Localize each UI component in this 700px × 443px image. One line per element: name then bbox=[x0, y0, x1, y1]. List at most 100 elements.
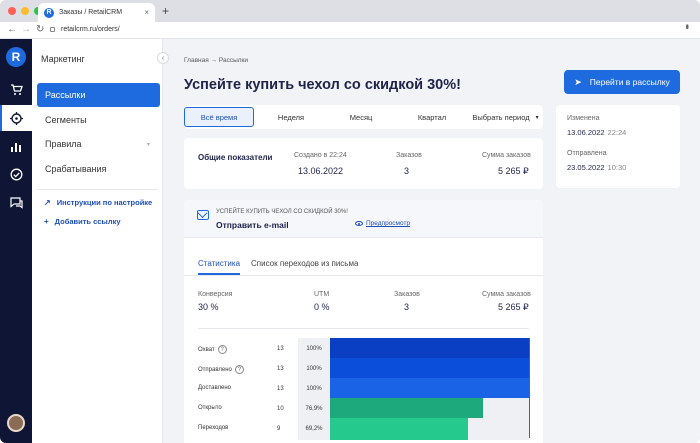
funnel-label-text: Охват bbox=[198, 346, 215, 353]
period-month[interactable]: Месяц bbox=[328, 107, 394, 127]
funnel-count: 10 bbox=[277, 406, 284, 412]
new-tab-button[interactable]: + bbox=[162, 4, 169, 18]
conversion-label: Конверсия bbox=[198, 291, 233, 298]
user-avatar[interactable] bbox=[7, 414, 25, 432]
orders-sum-label: Сумма заказов bbox=[482, 152, 531, 159]
back-icon[interactable]: ← bbox=[7, 24, 17, 36]
email-step-header: УСПЕЙТЕ КУПИТЬ ЧЕХОЛ СО СКИДКОЙ 30%! Отп… bbox=[184, 200, 543, 238]
funnel-percent: 100% bbox=[298, 378, 330, 400]
go-to-mailing-button[interactable]: ➤ Перейти в рассылку bbox=[564, 70, 680, 94]
sidebar-item-rules[interactable]: Правила ▾ bbox=[37, 132, 160, 156]
minimize-window-button[interactable] bbox=[21, 7, 29, 15]
tabs-divider bbox=[184, 275, 543, 276]
sidebar: Маркетинг Рассылки Сегменты Правила ▾ Ср… bbox=[32, 39, 163, 443]
period-custom-select[interactable]: Выбрать период ▾ bbox=[470, 107, 541, 127]
funnel-label-text: Доставлено bbox=[198, 385, 232, 391]
sidebar-item-segments[interactable]: Сегменты bbox=[37, 108, 160, 132]
funnel-count: 9 bbox=[277, 426, 281, 432]
conversion-value: 30 % bbox=[198, 302, 219, 312]
changed-label: Изменена bbox=[567, 115, 600, 122]
sent-date: 23.05.2022 bbox=[567, 163, 605, 172]
mail-icon bbox=[197, 210, 209, 220]
email-tabs: Статистика Список переходов из письма bbox=[198, 259, 358, 275]
utm-value: 0 % bbox=[314, 302, 330, 312]
stats-divider bbox=[198, 328, 529, 329]
breadcrumb[interactable]: Главная → Рассылки bbox=[184, 57, 248, 64]
tab-statistics[interactable]: Статистика bbox=[198, 259, 241, 275]
target-icon[interactable] bbox=[0, 105, 32, 131]
instructions-link-label: Инструкции по настройке bbox=[56, 198, 153, 207]
instructions-link[interactable]: ↗ Инструкции по настройке bbox=[44, 198, 152, 207]
main-content: Главная → Рассылки Успейте купить чехол … bbox=[163, 39, 700, 443]
chevron-down-icon: ▾ bbox=[146, 141, 150, 148]
tab-close-icon[interactable]: × bbox=[144, 8, 149, 17]
url-field[interactable]: retailcrm.ru/orders/ bbox=[50, 26, 120, 33]
email-orders-value: 3 bbox=[404, 302, 410, 312]
sent-time: 10:30 bbox=[607, 163, 627, 172]
page-title: Успейте купить чехол со скидкой 30%! bbox=[184, 77, 461, 93]
preview-label: Предпросмотр bbox=[366, 220, 411, 227]
add-link-label: Добавить ссылку bbox=[54, 217, 121, 226]
changed-value: 13.06.2022 22:24 bbox=[567, 128, 626, 137]
funnel-label-text: Открыто bbox=[198, 405, 222, 411]
changed-date: 13.06.2022 bbox=[567, 128, 605, 137]
funnel-bar bbox=[330, 378, 529, 400]
email-subject: УСПЕЙТЕ КУПИТЬ ЧЕХОЛ СО СКИДКОЙ 30%! bbox=[216, 209, 348, 215]
help-icon[interactable]: ? bbox=[217, 345, 227, 354]
overview-title: Общие показатели bbox=[198, 153, 273, 162]
created-value: 13.06.2022 bbox=[298, 166, 344, 176]
email-step-card: УСПЕЙТЕ КУПИТЬ ЧЕХОЛ СО СКИДКОЙ 30%! Отп… bbox=[184, 200, 543, 443]
chart-icon[interactable] bbox=[0, 134, 32, 160]
forward-icon[interactable]: → bbox=[21, 24, 31, 36]
icon-rail: R bbox=[0, 39, 32, 443]
chat-icon[interactable] bbox=[0, 190, 32, 216]
close-window-button[interactable] bbox=[8, 7, 16, 15]
browser-tab[interactable]: R Заказы / RetailCRM × bbox=[38, 3, 155, 22]
mailing-info-card: Изменена 13.06.2022 22:24 Отправлена 23.0… bbox=[556, 105, 680, 188]
funnel-label: Доставлено bbox=[198, 385, 231, 391]
preview-link[interactable]: Предпросмотр bbox=[355, 220, 410, 227]
period-selector: Всё время Неделя Месяц Квартал Выбрать п… bbox=[184, 105, 543, 129]
utm-label: UTM bbox=[314, 291, 330, 298]
sent-value: 23.05.2022 10:30 bbox=[567, 163, 626, 172]
tab-clicks-list[interactable]: Список переходов из письма bbox=[251, 259, 358, 275]
browser-tabbar: R Заказы / RetailCRM × + bbox=[0, 0, 700, 22]
sidebar-item-label: Сегменты bbox=[45, 115, 87, 125]
retailcrm-logo-icon[interactable]: R bbox=[6, 47, 26, 67]
address-bar: ← → ↻ retailcrm.ru/orders/ ••• bbox=[0, 22, 700, 39]
tab-title: Заказы / RetailCRM bbox=[59, 9, 123, 16]
external-link-icon: ↗ bbox=[44, 198, 51, 207]
sidebar-item-label: Рассылки bbox=[45, 90, 86, 100]
overview-card: Общие показатели Создано в 22:24 13.06.2… bbox=[184, 138, 543, 189]
check-circle-icon[interactable] bbox=[0, 161, 32, 187]
funnel-percent: 69,2% bbox=[298, 418, 330, 440]
lock-icon bbox=[50, 27, 55, 32]
cart-icon[interactable] bbox=[0, 77, 32, 103]
orders-value: 3 bbox=[404, 166, 410, 176]
sidebar-item-label: Срабатывания bbox=[45, 164, 107, 174]
funnel-count: 13 bbox=[277, 366, 284, 372]
email-sum-value: 5 265 ₽ bbox=[498, 302, 529, 312]
sidebar-collapse-button[interactable]: ‹ bbox=[157, 52, 169, 64]
funnel-label: Переходов bbox=[198, 425, 228, 431]
funnel-divider bbox=[529, 338, 530, 438]
funnel-label: Открыто bbox=[198, 405, 222, 411]
period-week[interactable]: Неделя bbox=[254, 107, 328, 127]
period-all-time[interactable]: Всё время bbox=[184, 107, 254, 127]
browser-window: R Заказы / RetailCRM × + ← → ↻ retailcrm… bbox=[0, 0, 700, 443]
send-icon: ➤ bbox=[574, 76, 582, 87]
funnel-label-text: Отправлено bbox=[198, 366, 232, 373]
funnel-label: Охват? bbox=[198, 345, 227, 354]
orders-sum-value: 5 265 ₽ bbox=[498, 166, 529, 176]
help-icon[interactable]: ? bbox=[234, 365, 244, 374]
period-quarter[interactable]: Квартал bbox=[394, 107, 470, 127]
sidebar-item-triggers[interactable]: Срабатывания bbox=[37, 157, 160, 181]
add-link-button[interactable]: + Добавить ссылку bbox=[44, 217, 121, 226]
funnel-percent: 100% bbox=[298, 358, 330, 380]
reload-icon[interactable]: ↻ bbox=[36, 24, 44, 36]
browser-menu-icon[interactable]: ••• bbox=[682, 24, 692, 27]
chevron-down-icon: ▾ bbox=[535, 114, 539, 121]
go-to-mailing-label: Перейти в рассылку bbox=[589, 77, 670, 87]
sidebar-item-mailings[interactable]: Рассылки bbox=[37, 83, 160, 107]
funnel-label: Отправлено? bbox=[198, 365, 244, 374]
